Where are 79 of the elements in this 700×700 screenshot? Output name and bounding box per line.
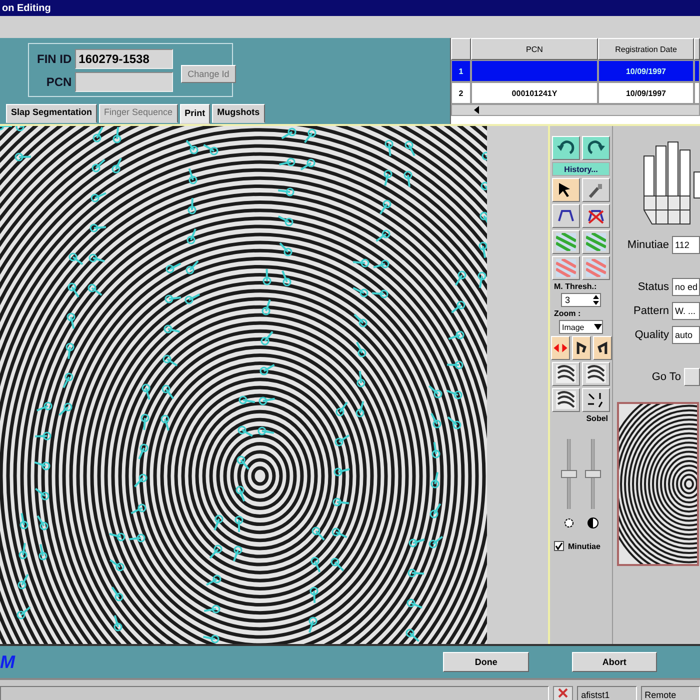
mode-field: Remote [640,686,700,700]
input-field[interactable]: auto [672,326,700,344]
table-cell: 10/09/1997 [598,82,694,104]
window-title: on Editing [0,0,700,16]
field-label: Pattern [634,305,669,317]
ridge-pattern-icon [556,365,576,383]
texture-button[interactable] [582,362,610,386]
ridge-tool-button[interactable] [552,256,580,280]
ridge-pattern-icon [586,365,606,383]
brightness-icon [563,517,575,529]
redo-button[interactable] [582,136,610,160]
ridge-pattern-icon [556,391,576,409]
dropdown-value: Image [562,322,584,332]
threshold-label: M. Thresh.: [553,282,597,291]
tab[interactable]: Mugshots [212,104,265,123]
field-label: Status [638,281,669,293]
undo-icon [556,139,576,157]
hook-button[interactable] [572,336,590,360]
checkbox[interactable] [554,541,564,551]
sobel-label: Sobel [585,414,609,423]
ridge-icon [586,259,606,277]
user-field: afistst1 [577,686,637,700]
checkbox-label: Minutiae [568,542,600,550]
ridge-icon [556,259,576,277]
logo-text: M [0,652,16,672]
table-cell: 10/09/1997 [598,60,694,82]
column-header[interactable]: PCN [471,38,598,60]
input-field[interactable]: 112 [672,236,700,254]
ridge-icon [586,233,606,251]
ridge-tool-button[interactable] [552,230,580,254]
field-label: PCN [45,74,72,88]
orientation-button[interactable] [582,388,610,412]
link-tool-button[interactable] [552,204,580,228]
ridge-tool-button[interactable] [582,230,610,254]
brush-button[interactable] [582,178,610,202]
unlink-tool-button[interactable] [582,204,610,228]
table-cell: 000101241Y [471,82,598,104]
input-field[interactable]: W. ... [672,302,700,320]
undo-button[interactable] [552,136,580,160]
horizontal-scrollbar[interactable] [451,104,700,116]
texture-button[interactable] [552,362,580,386]
abort-button[interactable]: Abort [572,652,657,672]
field-label: Minutiae [627,239,669,251]
spinner-arrows-icon [592,294,600,306]
threshold-spinner[interactable]: 3 [561,293,601,307]
contrast-icon [587,517,599,529]
input-field[interactable] [74,72,173,92]
row-number[interactable]: 2 [451,82,471,104]
row-number[interactable]: 1 [451,60,471,82]
close-icon [558,688,568,698]
field-label: FIN ID [37,52,72,66]
spinner-value: 3 [565,295,570,305]
slider-thumb[interactable] [585,470,601,478]
slider-thumb[interactable] [561,470,577,478]
input-field[interactable]: 160279-1538 [74,48,173,68]
texture-button[interactable] [552,388,580,412]
ridge-tool-button[interactable] [582,256,610,280]
double-arrow-button[interactable] [550,336,570,360]
zoom-dropdown[interactable]: Image [559,320,603,334]
unlink-icon [586,207,606,225]
close-button[interactable] [553,686,574,700]
pointer-button[interactable] [552,178,580,202]
zoom-label: Zoom : [553,309,581,318]
status-dropdown[interactable] [0,686,550,700]
hook-button[interactable] [592,336,612,360]
redo-icon [586,139,606,157]
goto-label: Go To [652,371,681,383]
history-button[interactable]: History... [552,162,610,176]
tab[interactable]: Print [180,104,210,124]
header-cell [694,38,700,60]
input-field[interactable]: no ed [672,278,700,296]
done-button[interactable]: Done [443,652,529,672]
column-header[interactable]: Registration Date [598,38,694,60]
field-label: Quality [634,329,669,341]
tab[interactable]: Slap Segmentation [6,104,98,123]
goto-button[interactable] [684,368,700,386]
scroll-left-icon [474,106,480,114]
ridge-icon [556,233,576,251]
caret-icon [594,324,602,330]
